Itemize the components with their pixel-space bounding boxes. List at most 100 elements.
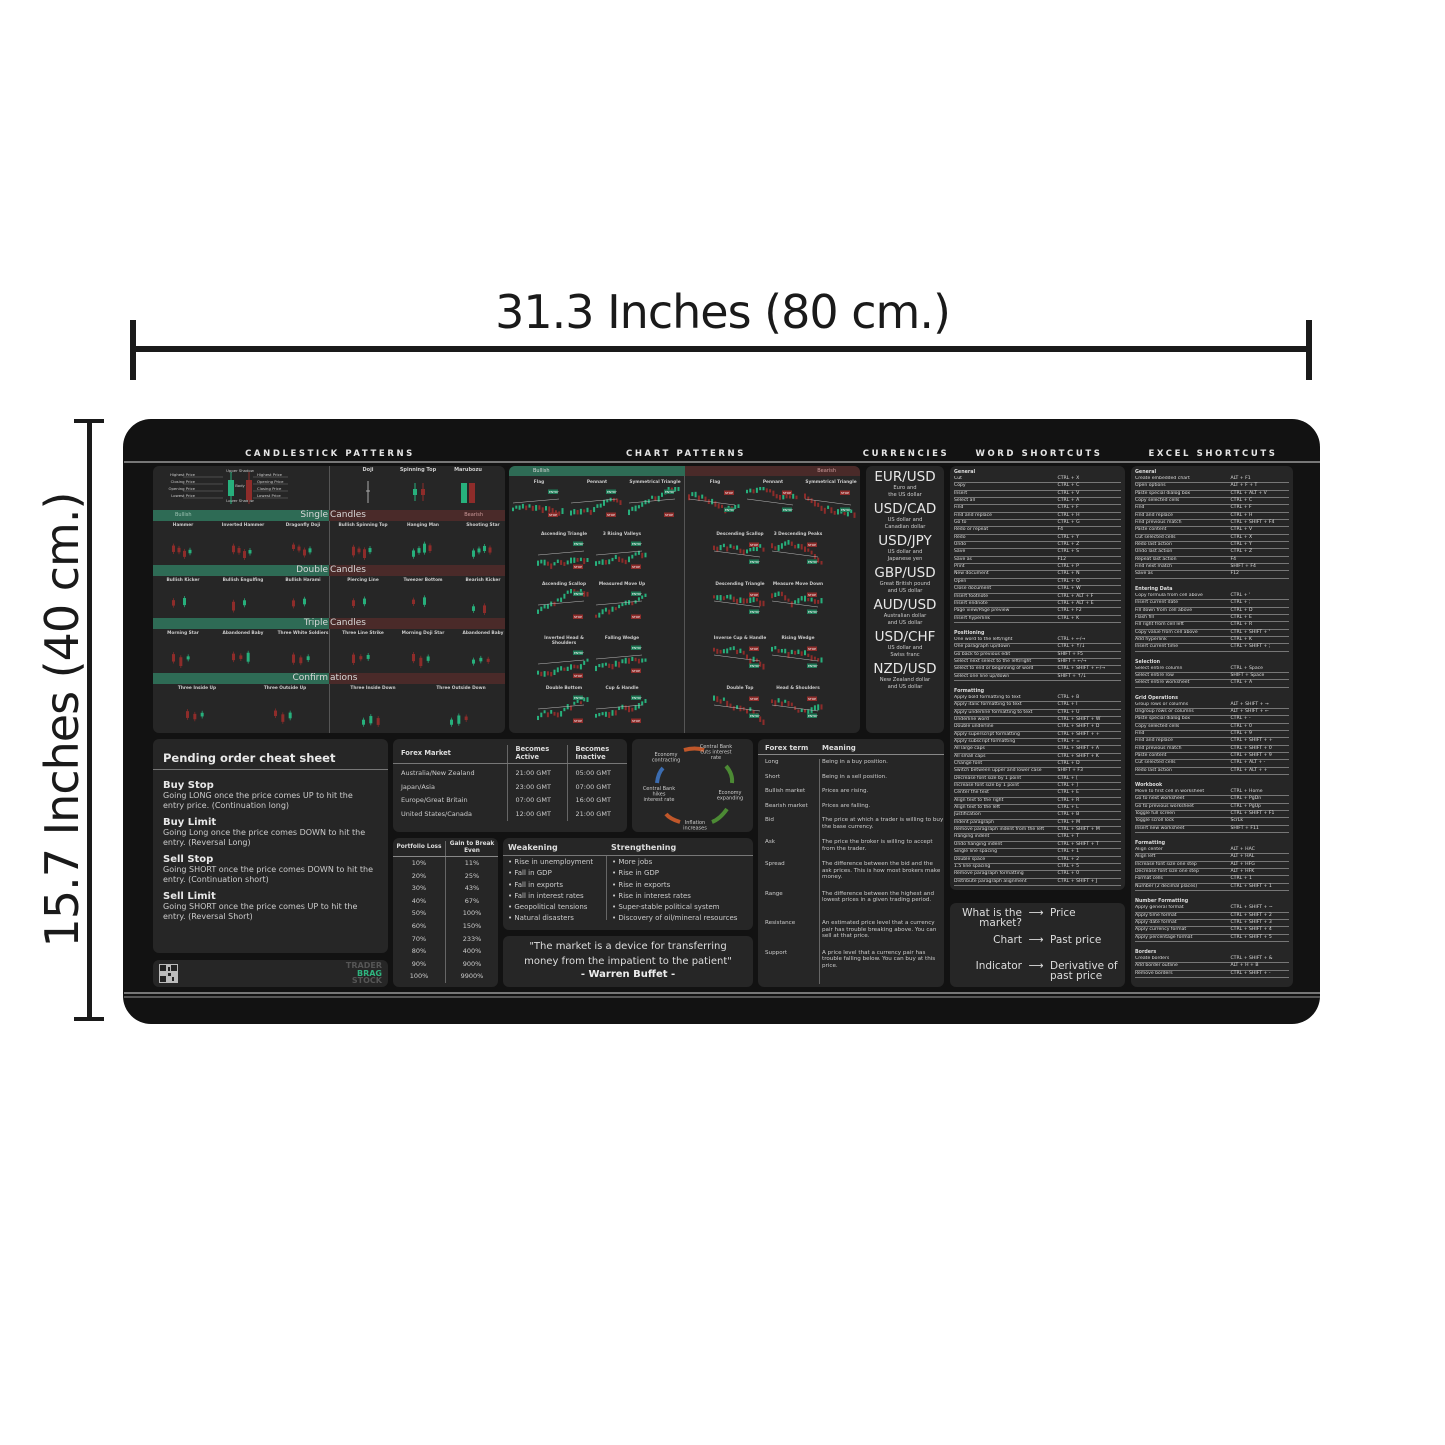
shortcut-row: Copy CTRL + C: [954, 483, 1121, 491]
shortcut-row: Redo CTRL + Y: [954, 535, 1121, 543]
shortcut-row: Select entire column CTRL + Space: [1135, 666, 1289, 673]
term-meaning: Being in a buy position.: [822, 759, 888, 765]
definition-term: Chart: [993, 934, 1022, 946]
chart-candle: [601, 609, 604, 615]
chart-pattern: Inverse Cup & Handle STOP ENTRY: [710, 636, 770, 677]
weakening-title: Weakening: [508, 843, 558, 852]
shortcut-action: Format cells: [1135, 876, 1163, 882]
currency-description: US dollar and Swiss franc: [887, 645, 923, 658]
shortcut-action: Apply underline formatting to text: [954, 709, 1033, 715]
entry-tag: ENTRY: [841, 508, 851, 512]
chart-candle: [553, 562, 556, 566]
shortcut-keys: CTRL + Space: [1230, 665, 1264, 671]
shortcut-row: Insert current time CTRL + SHIFT + ;: [1135, 644, 1289, 652]
candle-body: [376, 718, 380, 725]
chart-candle: [713, 647, 715, 652]
candle-body: [413, 489, 417, 495]
shortcut-row: Find and replace CTRL + H: [1135, 513, 1289, 521]
entry-tag: ENTRY: [632, 592, 642, 596]
entry-tag: ENTRY: [607, 490, 617, 494]
column-header: Forex Market: [393, 745, 507, 764]
shortcut-action: Align text to the left: [954, 805, 1001, 811]
table-cell: 21:00 GMT: [506, 763, 567, 781]
table-row: 100% 9900%: [393, 970, 498, 983]
term-meaning: An estimated price level that a currency…: [822, 920, 937, 940]
qr-code-icon[interactable]: [159, 964, 178, 983]
shortcut-keys: CTRL + SHIFT + ~: [1230, 905, 1273, 911]
forex-term-row: Long Being in a buy position.: [758, 759, 944, 774]
candle-pattern-icon: [232, 598, 246, 613]
shortcut-keys: CTRL + C: [1057, 483, 1080, 489]
anatomy-label: Body: [235, 483, 245, 488]
candle-body: [483, 545, 486, 552]
chart-candle: [637, 658, 640, 664]
stop-tag: STOP: [725, 491, 733, 495]
chart-candle: [742, 598, 745, 604]
shortcut-row: Align text to the left CTRL + L: [954, 805, 1121, 813]
tradebrag-logo: TRADER BRAG STOCK: [346, 962, 382, 985]
chart-candle: [787, 598, 790, 602]
weakening-factor: • Rise in unemployment: [508, 858, 594, 866]
currency-pair: USD/CAD US dollar and Canadian dollar: [866, 502, 944, 530]
entry-tag: ENTRY: [549, 490, 559, 494]
shortcut-row: Copy selected cells CTRL + 0: [1135, 724, 1289, 731]
candle-pattern-icon: [232, 650, 250, 664]
candle-body: [464, 716, 468, 721]
chart-candle: [563, 593, 566, 599]
candle-icon: [413, 483, 425, 501]
shortcut-keys: CTRL + D: [1057, 761, 1080, 767]
bearish-label: Bearish: [817, 468, 836, 474]
table-cell: 70%: [411, 934, 427, 943]
banner-section-0: Bullish Single Bearish Candles: [153, 510, 505, 521]
term-meaning: Being in a sell position.: [822, 773, 887, 780]
chart-candle: [797, 543, 800, 549]
table-row: 20% 25%: [393, 869, 498, 883]
chart-candle: [628, 556, 630, 563]
shortcut-row: Go to previous worksheet CTRL + PgUp: [1135, 804, 1289, 812]
chart-candle: [780, 701, 783, 707]
chart-candle: [732, 596, 735, 602]
candle-body: [472, 606, 475, 611]
currency-description: Australian dollar and US dollar: [883, 613, 927, 626]
pattern-label: Bullish Spinning Top: [338, 523, 388, 528]
chart-candle: [538, 505, 541, 510]
chart-pattern-icon: STOP ENTRY: [628, 487, 680, 517]
shortcut-keys: CTRL + -: [1230, 716, 1251, 722]
candle-body: [299, 657, 303, 664]
shortcut-row: Repeat last action F4: [1135, 557, 1289, 565]
shortcut-keys: CTRL + SHIFT + 5: [1230, 934, 1272, 940]
chart-candle: [570, 664, 572, 670]
quote-author: - Warren Buffet -: [580, 969, 676, 980]
shortcut-row: Single line spacing CTRL + 1: [954, 849, 1121, 857]
section-title-left: Triple: [303, 618, 328, 628]
candlestick-pattern: Three White Soldiers: [273, 631, 333, 670]
chart-candle: [637, 597, 640, 601]
chart-candle: [787, 701, 790, 707]
shortcut-row: Copy formula from cell above CTRL + ': [1135, 593, 1289, 601]
shortcut-row: Add border outline ALT + H + B: [1135, 963, 1289, 971]
shortcut-action: Undo last action: [1135, 549, 1173, 555]
shortcut-row: All small caps CTRL + SHIFT + K: [954, 754, 1121, 762]
chart-candle: [790, 702, 793, 707]
pattern-label: Marubozu: [454, 467, 482, 473]
shortcut-keys: CTRL + Z: [1230, 549, 1253, 555]
chart-candle: [641, 552, 644, 559]
bearish-patterns: Abandoned BabyThree Black CrowsEvening D…: [453, 631, 505, 670]
chart-candle: [573, 664, 576, 669]
pattern-label: Abandoned Baby: [462, 631, 504, 636]
chart-candle: [540, 712, 543, 718]
currency-code: USD/CAD: [873, 501, 937, 517]
chart-pattern-icon: STOP ENTRY: [713, 542, 765, 564]
currency-description: US dollar and Canadian dollar: [884, 517, 926, 530]
chart-pattern: 3 Descending Peaks STOP ENTRY: [768, 532, 828, 573]
chart-candle: [820, 505, 823, 511]
table-row: 90% 900%: [393, 957, 498, 971]
shortcut-keys: CTRL + U: [1057, 709, 1080, 715]
stop-tag: STOP: [549, 513, 557, 517]
chart-candle: [843, 511, 846, 516]
table-cell: Europe/Great Britain: [401, 796, 468, 804]
shortcut-section-title: Grid Operations: [1135, 695, 1178, 701]
shortcut-keys: F12: [1057, 556, 1067, 562]
chart-candle: [737, 504, 740, 509]
shortcut-keys: CTRL + SHIFT + T: [1057, 841, 1099, 847]
